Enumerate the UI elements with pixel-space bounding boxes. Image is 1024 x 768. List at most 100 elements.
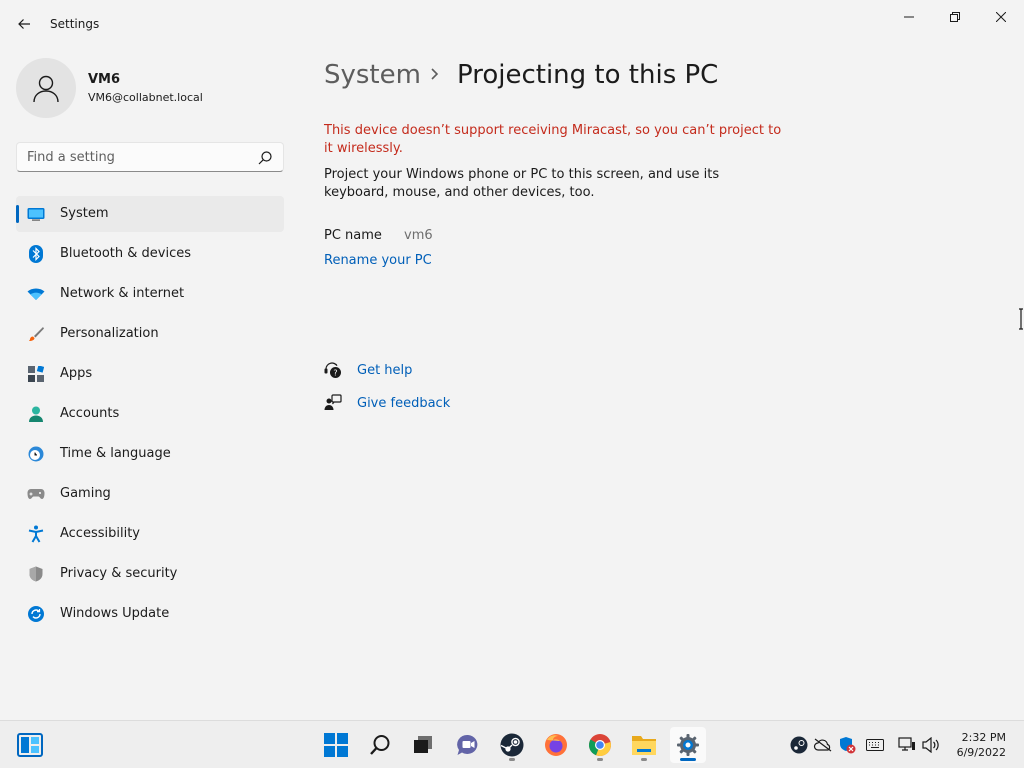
- give-feedback-row[interactable]: Give feedback: [324, 392, 450, 414]
- sidebar-item-label: System: [60, 206, 109, 221]
- sidebar-item-label: Network & internet: [60, 286, 185, 301]
- settings-icon: [677, 734, 699, 756]
- give-feedback-link[interactable]: Give feedback: [357, 396, 450, 411]
- sidebar-item-windows-update[interactable]: Windows Update: [16, 596, 284, 632]
- sidebar-item-label: Bluetooth & devices: [60, 246, 191, 261]
- restore-icon: [950, 12, 960, 22]
- bluetooth-icon: [27, 245, 45, 263]
- steam-tray-icon: [790, 736, 808, 754]
- sidebar-item-apps[interactable]: Apps: [16, 356, 284, 392]
- file-explorer-icon: [632, 736, 656, 755]
- taskbar-chrome-button[interactable]: [582, 727, 618, 763]
- rename-pc-link[interactable]: Rename your PC: [324, 253, 432, 268]
- account-icon: [27, 405, 45, 423]
- pc-name-value: vm6: [404, 228, 433, 243]
- title-bar: Settings: [0, 0, 1024, 48]
- search-icon[interactable]: [257, 150, 273, 166]
- taskbar-chat-button[interactable]: [450, 727, 486, 763]
- breadcrumb-system[interactable]: System: [324, 60, 421, 90]
- taskbar: 2:32 PM 6/9/2022: [0, 720, 1024, 768]
- chat-icon: [457, 734, 478, 755]
- search-input[interactable]: [17, 143, 247, 171]
- back-arrow-icon: [18, 19, 30, 29]
- feedback-icon: [324, 394, 342, 412]
- taskbar-steam-button[interactable]: [494, 727, 530, 763]
- sidebar-item-label: Accounts: [60, 406, 120, 421]
- taskbar-clock[interactable]: 2:32 PM 6/9/2022: [957, 730, 1006, 760]
- tray-onedrive[interactable]: [813, 735, 833, 755]
- close-button[interactable]: [978, 2, 1024, 32]
- running-indicator: [641, 758, 647, 761]
- sidebar-item-label: Gaming: [60, 486, 111, 501]
- sidebar-item-time-language[interactable]: Time & language: [16, 436, 284, 472]
- sidebar-item-label: Time & language: [60, 446, 171, 461]
- firefox-icon: [545, 734, 567, 756]
- tray-keyboard[interactable]: [865, 735, 885, 755]
- chevron-right-icon: [431, 68, 439, 80]
- search-box[interactable]: [16, 142, 284, 172]
- apps-icon: [27, 365, 45, 383]
- minimize-icon: [904, 16, 914, 18]
- user-icon: [33, 75, 59, 103]
- taskbar-file-explorer-button[interactable]: [626, 727, 662, 763]
- sidebar-item-gaming[interactable]: Gaming: [16, 476, 284, 512]
- chrome-icon: [588, 734, 611, 757]
- sidebar-item-label: Accessibility: [60, 526, 140, 541]
- accessibility-icon: [27, 525, 45, 543]
- system-icon: [27, 205, 45, 223]
- sidebar-item-bluetooth[interactable]: Bluetooth & devices: [16, 236, 284, 272]
- taskbar-firefox-button[interactable]: [538, 727, 574, 763]
- shield-icon: [27, 565, 45, 583]
- get-help-link[interactable]: Get help: [357, 363, 412, 378]
- sidebar-nav: System Bluetooth & devices Network & int…: [16, 196, 284, 636]
- sidebar-item-label: Apps: [60, 366, 93, 381]
- sidebar-item-label: Windows Update: [60, 606, 170, 621]
- widgets-button[interactable]: [12, 727, 48, 763]
- taskbar-search-button[interactable]: [362, 727, 398, 763]
- controller-icon: [27, 485, 45, 503]
- pc-name-label: PC name: [324, 228, 382, 243]
- tray-security[interactable]: [837, 735, 857, 755]
- tray-steam[interactable]: [789, 735, 809, 755]
- page-title: Projecting to this PC: [457, 60, 719, 90]
- sidebar-item-privacy[interactable]: Privacy & security: [16, 556, 284, 592]
- get-help-row[interactable]: ? Get help: [324, 359, 412, 381]
- clock-time: 2:32 PM: [961, 731, 1006, 744]
- minimize-button[interactable]: [886, 2, 932, 32]
- sidebar-item-system[interactable]: System: [16, 196, 284, 232]
- clock-globe-icon: [27, 445, 45, 463]
- running-indicator: [597, 758, 603, 761]
- sidebar-item-label: Privacy & security: [60, 566, 178, 581]
- tray-network[interactable]: [897, 735, 917, 755]
- help-icon: ?: [324, 361, 342, 379]
- keyboard-icon: [866, 739, 884, 751]
- network-icon: [898, 737, 915, 751]
- projection-description: Project your Windows phone or PC to this…: [324, 167, 720, 200]
- tray-volume[interactable]: [921, 735, 941, 755]
- sidebar-item-accessibility[interactable]: Accessibility: [16, 516, 284, 552]
- avatar[interactable]: [16, 58, 76, 118]
- sidebar-item-personalization[interactable]: Personalization: [16, 316, 284, 352]
- back-button[interactable]: [10, 10, 38, 38]
- taskbar-settings-button[interactable]: [670, 727, 706, 763]
- app-title: Settings: [50, 17, 100, 31]
- security-icon: [840, 737, 856, 754]
- taskbar-task-view-button[interactable]: [405, 727, 441, 763]
- sidebar-item-network[interactable]: Network & internet: [16, 276, 284, 312]
- sidebar-item-accounts[interactable]: Accounts: [16, 396, 284, 432]
- update-icon: [27, 605, 45, 623]
- steam-icon: [500, 733, 524, 757]
- search-icon: [370, 735, 390, 755]
- sidebar-item-label: Personalization: [60, 326, 159, 341]
- wifi-icon: [27, 285, 45, 303]
- volume-icon: [922, 737, 939, 753]
- miracast-error-message: This device doesn’t support receiving Mi…: [324, 123, 782, 156]
- svg-text:?: ?: [333, 369, 337, 378]
- user-email: VM6@collabnet.local: [88, 91, 203, 104]
- onedrive-icon: [813, 738, 832, 752]
- maximize-button[interactable]: [932, 2, 978, 32]
- taskbar-start-button[interactable]: [318, 727, 354, 763]
- clock-date: 6/9/2022: [956, 746, 1006, 759]
- brush-icon: [27, 325, 45, 343]
- widgets-icon: [17, 733, 43, 757]
